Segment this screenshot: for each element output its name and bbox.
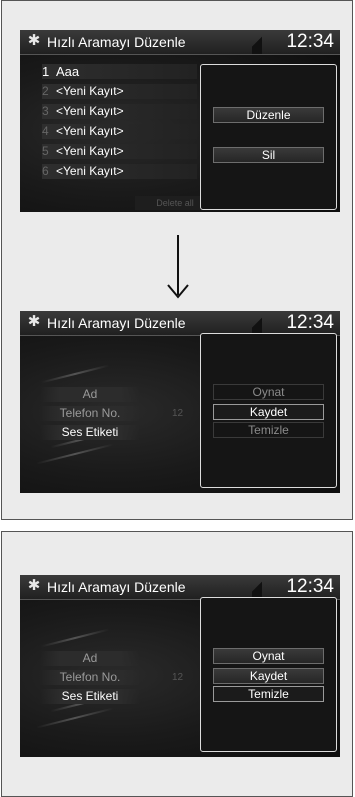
speed-dial-list-screen: ✱ Hızlı Aramayı Düzenle 12:34 1 Aaa 2 <Yen… [20,30,340,212]
bottom-panel: ✱ Hızlı Aramayı Düzenle 12:34 Ad Telefon… [1,531,353,797]
screen-title: Hızlı Aramayı Düzenle [47,34,186,50]
clear-button[interactable]: Temizle [213,422,324,438]
faint-number: 12 [172,408,184,419]
gear-icon: ✱ [27,313,41,330]
voice-tag-field[interactable]: Ses Etiketi [40,425,140,440]
title-bar: ✱ Hızlı Aramayı Düzenle 12:34 [20,30,340,55]
clear-button[interactable]: Temizle [213,686,324,702]
background-streak [35,443,115,465]
edit-entry-screen: ✱ Hızlı Aramayı Düzenle 12:34 Ad Telefon… [20,575,340,757]
list-item[interactable]: 4 <Yeni Kayıt> [42,124,197,139]
screen-title: Hızlı Aramayı Düzenle [47,579,186,595]
arrow-down-icon [167,235,189,299]
gear-icon: ✱ [27,577,41,594]
save-button[interactable]: Kaydet [213,668,324,684]
play-button[interactable]: Oynat [213,384,324,400]
play-button[interactable]: Oynat [213,648,324,664]
list-item[interactable]: 5 <Yeni Kayıt> [42,144,197,159]
list-item[interactable]: 6 <Yeni Kayıt> [42,164,197,179]
phone-field[interactable]: Telefon No. [40,670,140,685]
delete-button[interactable]: Sil [213,147,324,163]
phone-field[interactable]: Telefon No. [40,406,140,421]
save-button[interactable]: Kaydet [213,404,324,420]
faint-number: 12 [172,672,184,683]
voice-tag-field[interactable]: Ses Etiketi [40,689,140,704]
gear-icon: ✱ [27,32,41,49]
name-field[interactable]: Ad [40,387,140,402]
background-streak [40,364,110,384]
top-panel: ✱ Hızlı Aramayı Düzenle 12:34 1 Aaa 2 <Yen… [1,0,353,520]
clock: 12:34 [286,312,334,333]
edit-entry-screen: ✱ Hızlı Aramayı Düzenle 12:34 Ad Telefon… [20,311,340,493]
options-popup: Oynat Kaydet Temizle [200,597,337,752]
clock: 12:34 [286,31,334,52]
background-streak [40,628,110,648]
name-field[interactable]: Ad [40,651,140,666]
options-popup: Düzenle Sil [200,64,337,210]
clock: 12:34 [286,576,334,597]
background-streak [35,707,115,729]
list-item[interactable]: 1 Aaa [42,64,197,79]
title-tab-edge [252,30,262,54]
list-item[interactable]: 3 <Yeni Kayıt> [42,104,197,119]
list-item[interactable]: 2 <Yeni Kayıt> [42,84,197,99]
options-popup: Oynat Kaydet Temizle [200,333,337,488]
title-tab-edge [252,311,262,335]
screen-title: Hızlı Aramayı Düzenle [47,315,186,331]
edit-button[interactable]: Düzenle [213,107,324,123]
title-tab-edge [252,575,262,599]
